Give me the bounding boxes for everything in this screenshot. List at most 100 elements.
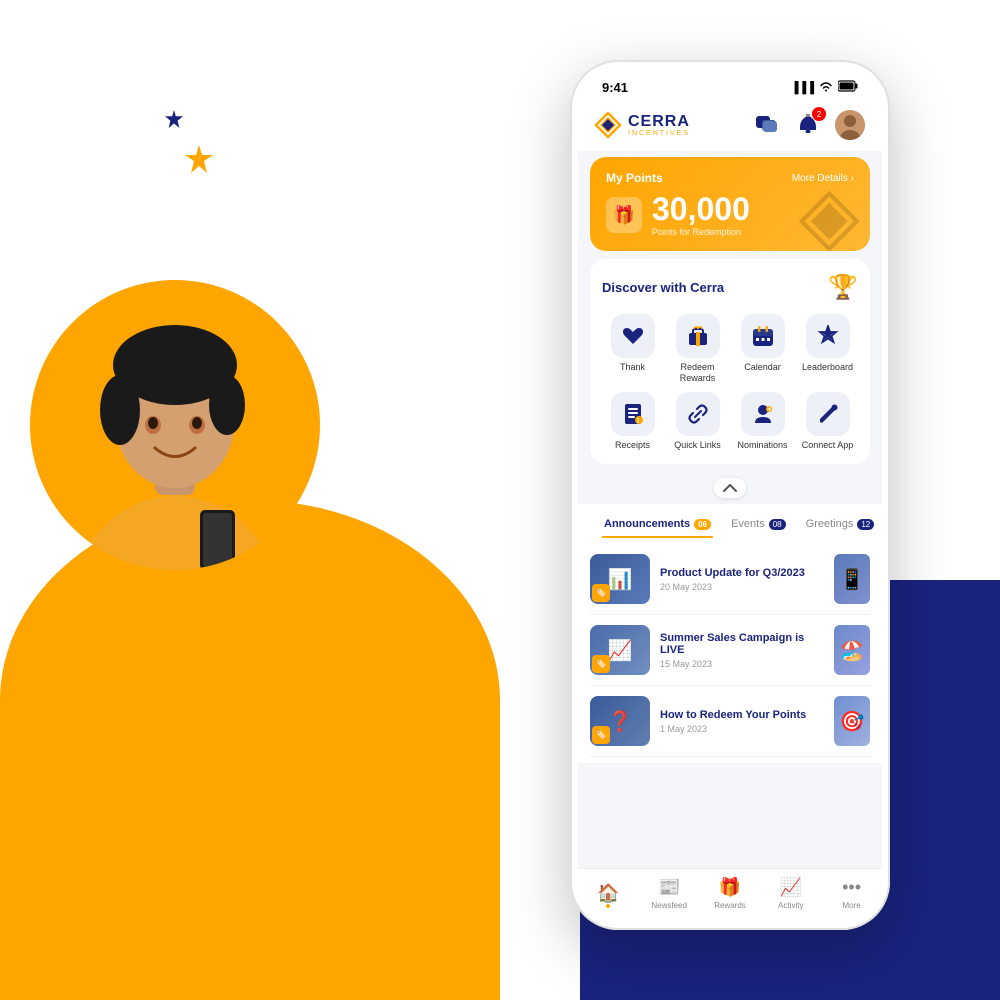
redeem-icon [676, 314, 720, 358]
discover-header: Discover with Cerra 🏆 [602, 273, 858, 302]
points-icon: 🎁 [606, 197, 642, 233]
announcement-title-2: Summer Sales Campaign is LIVE [660, 632, 824, 656]
home-icon: 🏠 [597, 883, 619, 904]
points-number: 30,000 [652, 193, 750, 225]
announcements-list: 📊 🏷️ Product Update for Q3/2023 20 May 2… [578, 538, 882, 763]
avatar-button[interactable] [834, 109, 866, 141]
notif-badge: 2 [812, 107, 826, 121]
announcement-right-thumb-1: 📱 [834, 554, 870, 604]
announcement-thumb-3: ❓ 🏷️ [590, 696, 650, 746]
thank-label: Thank [620, 362, 645, 373]
wifi-icon [819, 81, 833, 95]
app-logo: CERRA INCENTIVES [594, 111, 690, 139]
tab-events-label: Events [731, 518, 765, 530]
discover-item-quicklinks[interactable]: Quick Links [667, 392, 728, 451]
logo-name: CERRA [628, 114, 690, 130]
tab-announcements[interactable]: Announcements 06 [594, 512, 721, 538]
chevron-up-icon [723, 484, 737, 492]
announcement-thumb-1: 📊 🏷️ [590, 554, 650, 604]
tab-announcements-label: Announcements [604, 518, 690, 530]
announcement-title-3: How to Redeem Your Points [660, 709, 824, 721]
nav-newsfeed[interactable]: 📰 Newsfeed [639, 877, 700, 910]
collapse-btn-inner[interactable] [714, 478, 746, 498]
nominations-icon: + [741, 392, 785, 436]
phone-screen: 9:41 ▐▐▐ [578, 68, 882, 922]
nav-activity[interactable]: 📈 Activity [760, 877, 821, 910]
bell-button[interactable]: 2 [792, 109, 824, 141]
battery-icon [838, 80, 858, 95]
announcement-content-2: Summer Sales Campaign is LIVE 15 May 202… [660, 632, 824, 669]
announcement-content-3: How to Redeem Your Points 1 May 2023 [660, 709, 824, 734]
discover-section: Discover with Cerra 🏆 Thank [590, 259, 870, 464]
phone-scroll[interactable]: My Points More Details › 🎁 30,000 Points… [578, 151, 882, 868]
user-avatar [835, 110, 865, 140]
announcement-date-3: 1 May 2023 [660, 724, 824, 734]
person-image [30, 280, 320, 570]
tab-announcements-badge: 06 [694, 519, 711, 530]
tab-events-badge: 08 [769, 519, 786, 530]
discover-item-calendar[interactable]: Calendar [732, 314, 793, 384]
thank-icon [611, 314, 655, 358]
quicklinks-label: Quick Links [674, 440, 721, 451]
points-card: My Points More Details › 🎁 30,000 Points… [590, 157, 870, 251]
nav-active-dot [606, 904, 610, 908]
star-orange-icon [185, 145, 213, 173]
status-bar: 9:41 ▐▐▐ [578, 68, 882, 101]
leaderboard-icon [806, 314, 850, 358]
announcement-thumb-2: 📈 🏷️ [590, 625, 650, 675]
connectapp-label: Connect App [802, 440, 854, 451]
status-time: 9:41 [602, 80, 628, 95]
phone-outer: 9:41 ▐▐▐ [570, 60, 890, 930]
tabs-container: Announcements 06 Events 08 Greetings 12 [578, 504, 882, 763]
signal-icon: ▐▐▐ [791, 82, 814, 94]
newsfeed-icon: 📰 [658, 877, 680, 898]
bottom-nav: 🏠 📰 Newsfeed 🎁 Rewards 📈 Activity [578, 868, 882, 922]
nav-home[interactable]: 🏠 [578, 883, 639, 904]
logo-diamond-icon [594, 111, 622, 139]
nav-rewards-label: Rewards [714, 901, 746, 910]
chat-button[interactable] [750, 109, 782, 141]
leaderboard-label: Leaderboard [802, 362, 853, 373]
nav-more[interactable]: ••• More [821, 877, 882, 910]
connectapp-icon [806, 392, 850, 436]
chat-icon [755, 115, 777, 135]
thumb-badge-1: 🏷️ [592, 584, 610, 602]
more-icon: ••• [842, 877, 861, 898]
announcement-right-thumb-3: 🎯 [834, 696, 870, 746]
announcement-title-1: Product Update for Q3/2023 [660, 567, 824, 579]
calendar-icon [741, 314, 785, 358]
star-navy-icon [165, 110, 183, 128]
discover-item-leaderboard[interactable]: Leaderboard [797, 314, 858, 384]
discover-item-nominations[interactable]: + Nominations [732, 392, 793, 451]
discover-item-receipts[interactable]: ! Receipts [602, 392, 663, 451]
discover-item-thank[interactable]: Thank [602, 314, 663, 384]
discover-item-connectapp[interactable]: Connect App [797, 392, 858, 451]
tab-greetings[interactable]: Greetings 12 [796, 512, 882, 538]
points-label: My Points [606, 171, 663, 185]
announcement-item[interactable]: 📊 🏷️ Product Update for Q3/2023 20 May 2… [590, 544, 870, 615]
svg-text:!: ! [637, 418, 639, 425]
header-icons: 2 [750, 109, 866, 141]
logo-text: CERRA INCENTIVES [628, 114, 690, 137]
discover-item-redeem[interactable]: Redeem Rewards [667, 314, 728, 384]
svg-text:+: + [767, 406, 771, 413]
receipts-label: Receipts [615, 440, 650, 451]
announcement-content-1: Product Update for Q3/2023 20 May 2023 [660, 567, 824, 592]
calendar-label: Calendar [744, 362, 781, 373]
announcement-item[interactable]: ❓ 🏷️ How to Redeem Your Points 1 May 202… [590, 686, 870, 757]
bg-orange-shape [0, 500, 500, 1000]
collapse-btn[interactable] [578, 472, 882, 504]
nav-newsfeed-label: Newsfeed [651, 901, 687, 910]
discover-title: Discover with Cerra [602, 280, 724, 295]
announcement-date-1: 20 May 2023 [660, 582, 824, 592]
announcement-item[interactable]: 📈 🏷️ Summer Sales Campaign is LIVE 15 Ma… [590, 615, 870, 686]
thumb-badge-3: 🏷️ [592, 726, 610, 744]
nav-activity-label: Activity [778, 901, 803, 910]
nav-rewards[interactable]: 🎁 Rewards [700, 877, 761, 910]
tab-events[interactable]: Events 08 [721, 512, 796, 538]
announcement-right-thumb-2: 🏖️ [834, 625, 870, 675]
discover-trophy-icon: 🏆 [828, 273, 858, 302]
thumb-badge-2: 🏷️ [592, 655, 610, 673]
tab-greetings-label: Greetings [806, 518, 854, 530]
phone-mockup: 9:41 ▐▐▐ [570, 60, 890, 930]
